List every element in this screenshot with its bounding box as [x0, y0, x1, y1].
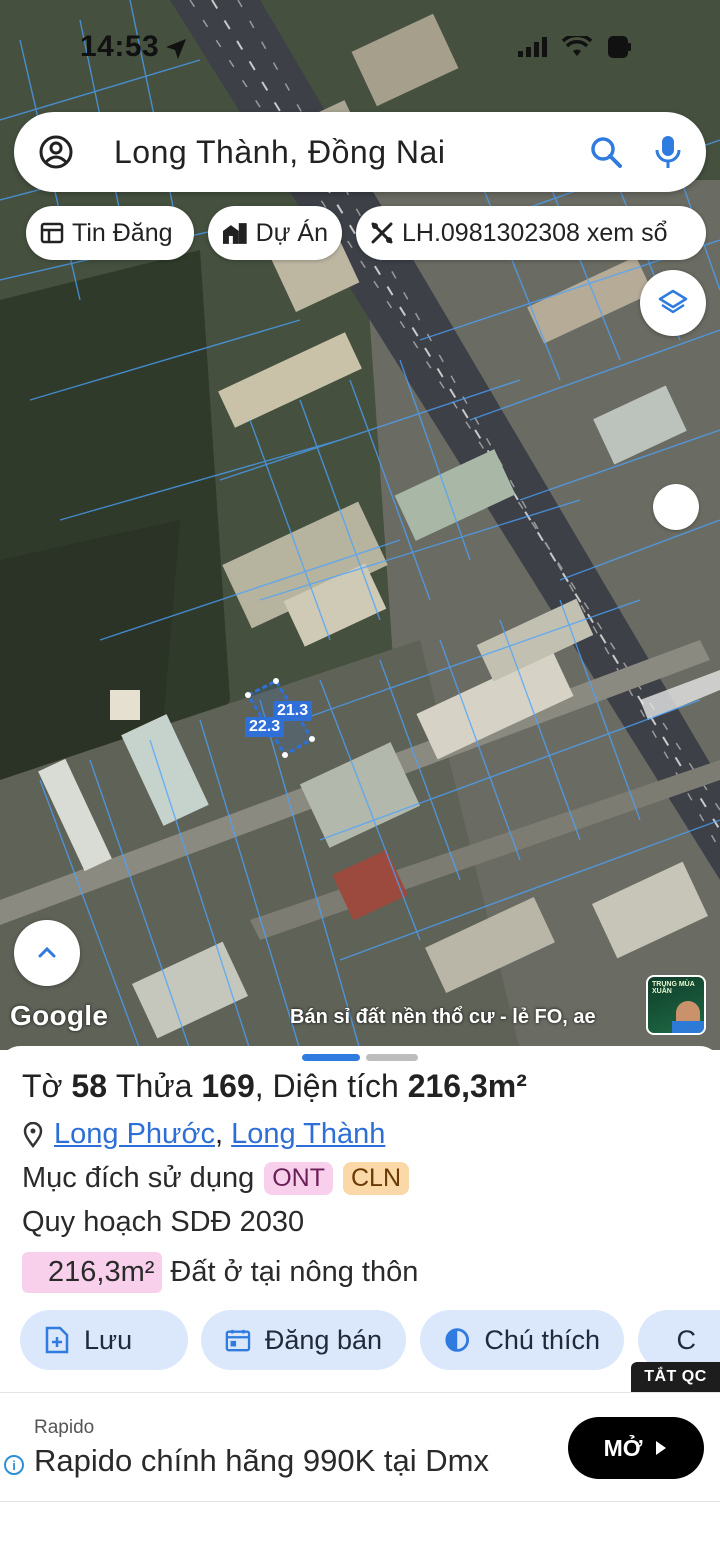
sheet-label: Tờ	[22, 1068, 63, 1104]
ward-link[interactable]: Long Phước	[54, 1118, 215, 1151]
camera-icon	[662, 1339, 663, 1341]
post-icon	[225, 1329, 251, 1352]
google-logo: Google	[10, 1000, 109, 1031]
area-label: Diện tích	[272, 1068, 399, 1104]
ad-marquee-text[interactable]: Bán sỉ đất nền thổ cư - lẻ FO, ae	[290, 1006, 650, 1029]
play-arrow-icon	[656, 1441, 667, 1455]
status-bar: 14:53	[0, 0, 720, 96]
button-label: Lưu	[84, 1324, 133, 1355]
legend-button[interactable]: Chú thích	[420, 1310, 624, 1370]
location-pin-icon	[23, 1121, 43, 1148]
search-bar[interactable]: Long Thành, Đồng Nai	[14, 112, 706, 192]
capture-button[interactable]: C	[638, 1310, 720, 1370]
parcel-title: Tờ 58 Thửa 169, Diện tích 216,3m²	[22, 1068, 527, 1105]
layers-icon	[658, 289, 688, 314]
ad-advertiser: Rapido	[34, 1417, 95, 1438]
sheet-handle[interactable]	[366, 1054, 418, 1061]
microphone-icon[interactable]	[648, 132, 688, 172]
save-button[interactable]: Lưu	[20, 1310, 188, 1370]
ad-info-icon[interactable]: i	[4, 1455, 24, 1475]
close-ads-button[interactable]: TẮT QC	[631, 1362, 720, 1392]
chip-label: Tin Đăng	[72, 218, 173, 247]
purpose-tag-cln[interactable]: CLN	[342, 1162, 409, 1195]
search-icon[interactable]	[586, 132, 626, 172]
purpose-tag-ont[interactable]: ONT	[264, 1162, 333, 1195]
ad-headline[interactable]: Rapido chính hãng 990K tại Dmx	[34, 1443, 489, 1479]
ad-open-button[interactable]: MỞ	[568, 1417, 704, 1479]
district-link[interactable]: Long Thành	[231, 1118, 385, 1151]
wifi-icon	[562, 36, 592, 56]
ad-banner[interactable]: i Rapido Rapido chính hãng 990K tại Dmx …	[0, 1392, 720, 1502]
chevron-up-icon	[38, 946, 56, 958]
button-label: Chú thích	[484, 1324, 600, 1355]
account-icon[interactable]	[36, 132, 76, 172]
purpose-label: Mục đích sử dụng	[22, 1162, 255, 1194]
sheet-handle-active[interactable]	[302, 1054, 360, 1061]
legend-icon	[445, 1328, 470, 1352]
chip-projects[interactable]: Dự Án	[208, 206, 342, 260]
ad-cta-label: MỞ	[603, 1434, 643, 1461]
signal-icon	[518, 37, 547, 57]
location-separator: ,	[214, 1118, 224, 1150]
battery-icon	[608, 36, 631, 58]
save-icon	[45, 1326, 69, 1354]
tools-icon	[371, 222, 393, 244]
land-use-plan: Quy hoạch SDĐ 2030	[22, 1206, 305, 1238]
chip-label: LH.0981302308 xem sổ	[402, 218, 668, 247]
thumbnail-shirt	[672, 1021, 704, 1033]
post-for-sale-button[interactable]: Đăng bán	[201, 1310, 406, 1370]
parcel-info-sheet[interactable]: Tờ 58 Thửa 169, Diện tích 216,3m² Long P…	[0, 1046, 720, 1560]
expand-sheet-button[interactable]	[14, 920, 80, 986]
area-value: 216,3m²	[407, 1068, 527, 1104]
listing-icon	[40, 222, 64, 244]
chip-listings[interactable]: Tin Đăng	[26, 206, 194, 260]
satellite-map[interactable]: 21.3 22.3 14:53 Long Thành, Đồng Nai Tin…	[0, 0, 720, 1050]
sheet-number: 58	[71, 1068, 108, 1104]
layers-button[interactable]	[640, 270, 706, 336]
area-type: Đất ở tại nông thôn	[170, 1256, 419, 1288]
button-label: Đăng bán	[264, 1324, 382, 1355]
chip-label: Dự Án	[255, 218, 328, 247]
building-icon	[222, 223, 247, 244]
location-arrow-icon	[166, 39, 186, 59]
plot-number: 169	[201, 1068, 255, 1104]
status-time: 14:53	[80, 30, 160, 63]
opacity-slider-handle[interactable]	[653, 484, 699, 530]
plot-dimension-label: 22.3	[245, 717, 285, 737]
thumbnail-title: TRUNG MÙA XUÂN	[652, 981, 695, 995]
plot-label: Thửa	[115, 1068, 193, 1104]
area-badge: 216,3m²	[22, 1252, 163, 1293]
button-label: C	[676, 1324, 697, 1355]
land-use-purpose: Mục đích sử dụng ONT CLN	[22, 1162, 409, 1195]
parcel-location: Long Phước, Long Thành	[22, 1118, 385, 1151]
chip-contact[interactable]: LH.0981302308 xem sổ	[356, 206, 706, 260]
area-breakdown: 216,3m² Đất ở tại nông thôn	[22, 1252, 418, 1293]
ad-thumbnail[interactable]: TRUNG MÙA XUÂN	[646, 975, 706, 1035]
search-input[interactable]: Long Thành, Đồng Nai	[114, 134, 445, 171]
title-separator: ,	[254, 1068, 264, 1104]
